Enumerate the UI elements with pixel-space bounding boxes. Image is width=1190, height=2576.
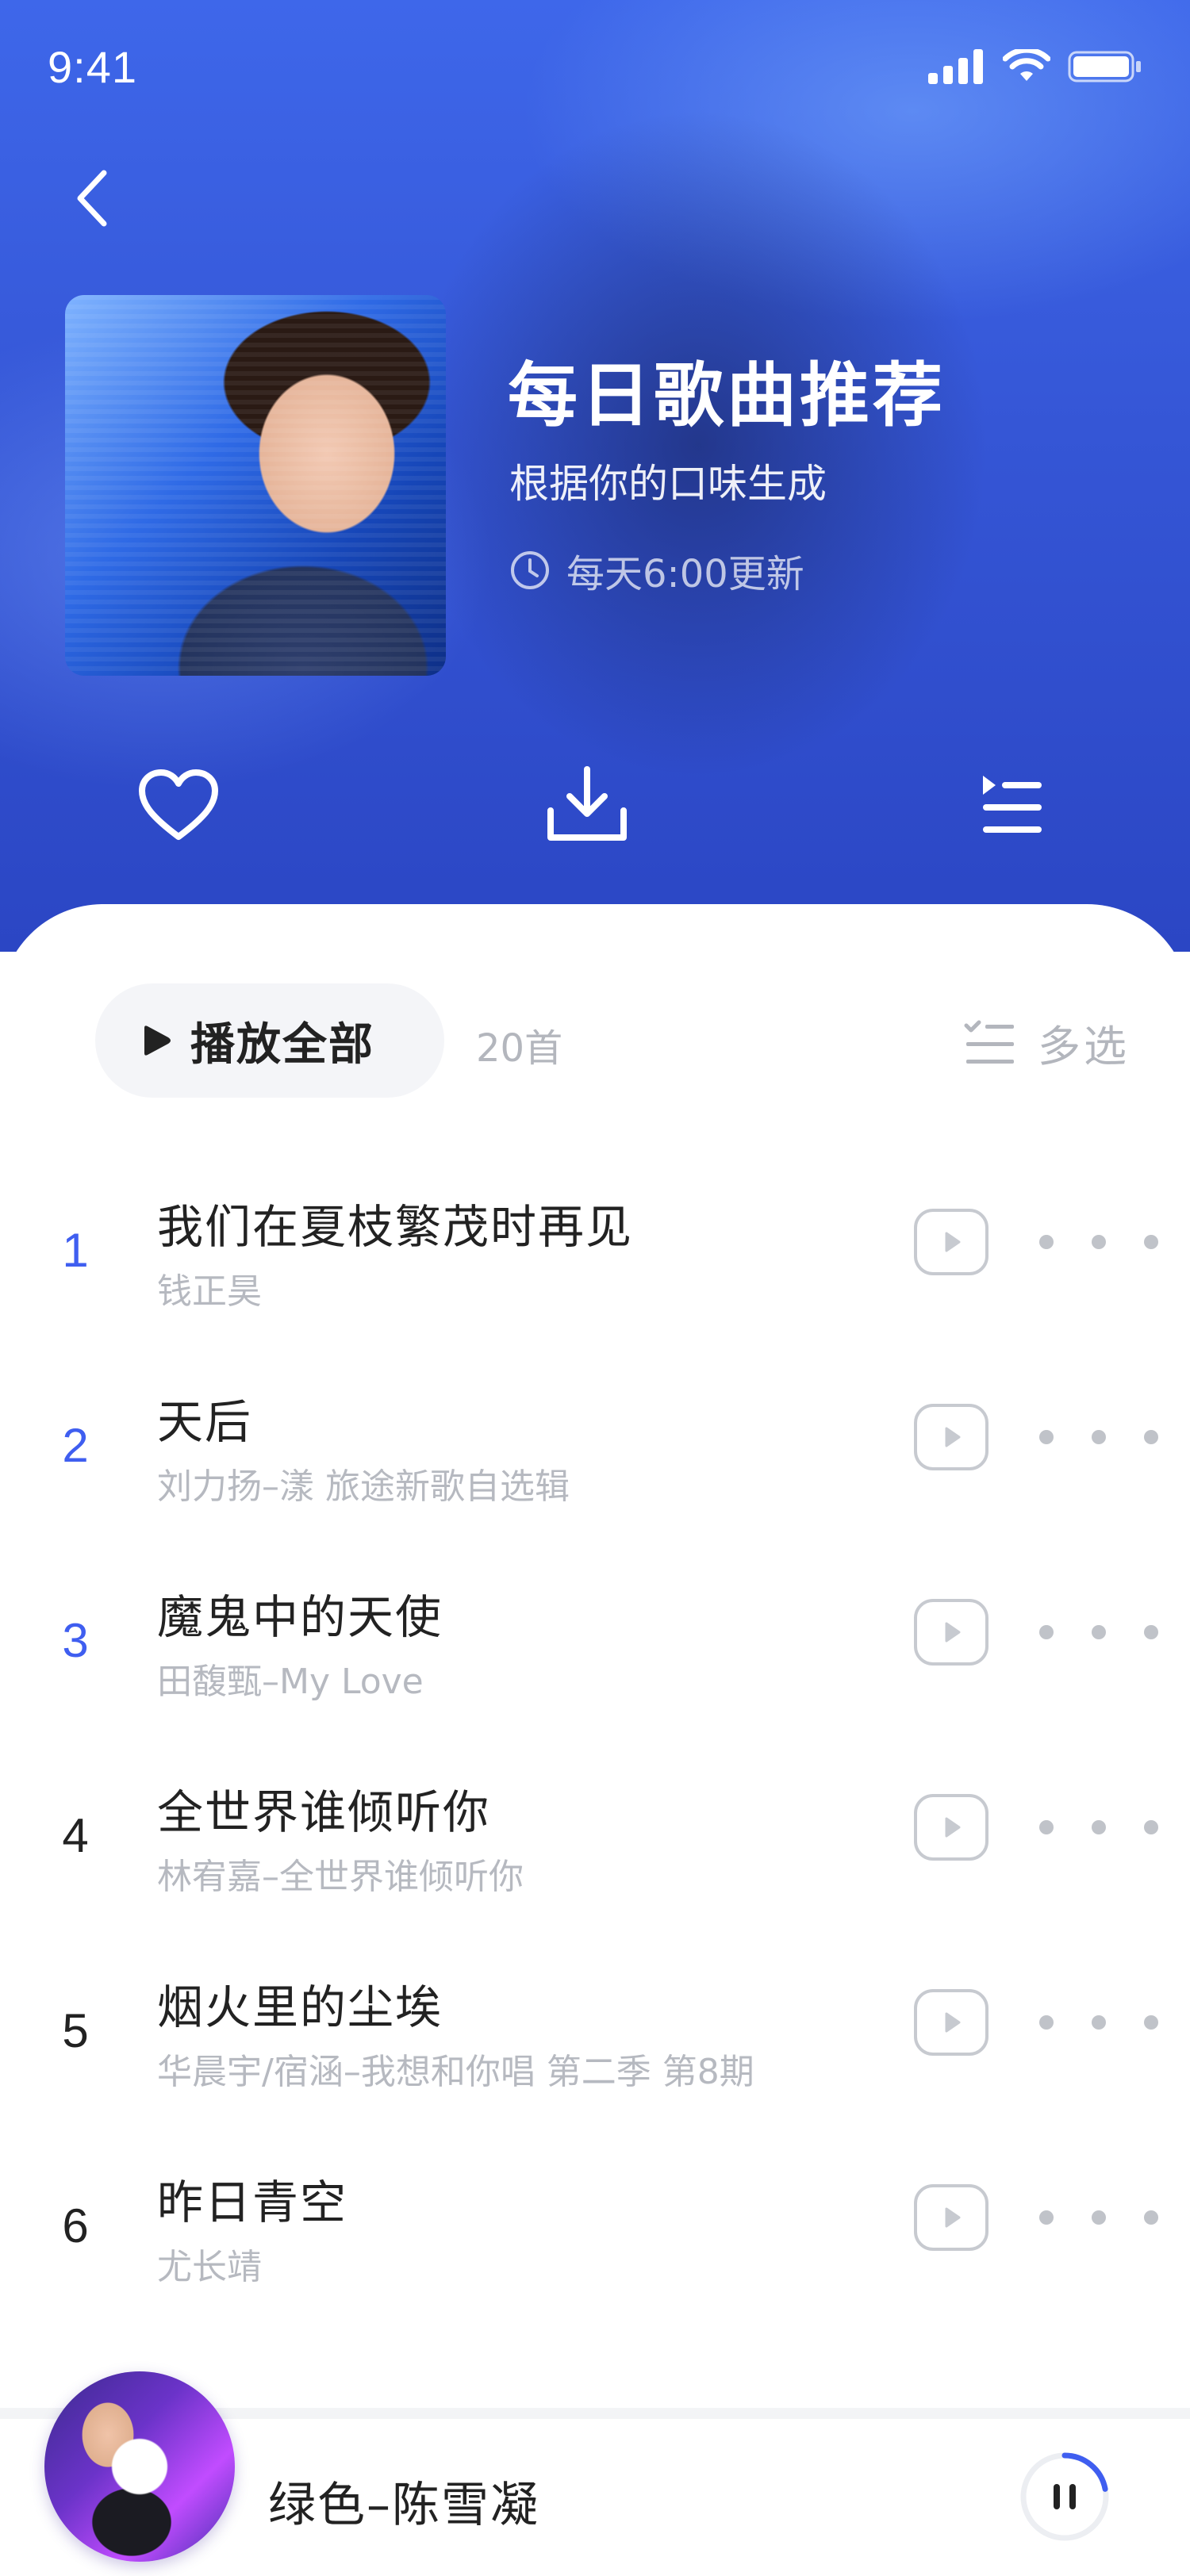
play-video-icon xyxy=(945,2207,961,2228)
more-dot xyxy=(1092,1430,1106,1444)
more-options-button[interactable] xyxy=(1039,1616,1158,1648)
song-row[interactable]: 5 烟火里的尘埃华晨宇/宿涵–我想和你唱 第二季 第8期 xyxy=(0,1943,1190,2138)
song-title: 全世界谁倾听你 xyxy=(157,1785,491,1839)
mini-player-title[interactable]: 绿色–陈雪凝 xyxy=(268,2467,539,2536)
more-dot xyxy=(1039,2015,1054,2030)
video-play-button[interactable] xyxy=(914,1404,988,1470)
more-dot xyxy=(1144,2015,1158,2030)
download-icon xyxy=(547,766,627,841)
more-dot xyxy=(1144,1820,1158,1834)
playlist-icon xyxy=(983,776,1042,833)
song-title: 昨日青空 xyxy=(157,2175,348,2229)
update-text: 每天6:00更新 xyxy=(566,552,804,596)
wifi-icon xyxy=(1003,49,1050,81)
status-time: 9:41 xyxy=(48,42,137,92)
song-title: 天后 xyxy=(157,1395,253,1449)
song-count: 20首 xyxy=(476,1026,563,1071)
cover-stripes xyxy=(65,295,446,676)
song-number: 5 xyxy=(62,2004,89,2057)
multi-select-button[interactable]: 多选 xyxy=(963,1011,1130,1074)
playlist-queue-button[interactable] xyxy=(968,761,1055,849)
song-row[interactable]: 4 全世界谁倾听你林宥嘉–全世界谁倾听你 xyxy=(0,1748,1190,1943)
video-play-button[interactable] xyxy=(914,1599,988,1666)
video-play-button[interactable] xyxy=(914,1794,988,1861)
song-artist: 田馥甄–My Love xyxy=(157,1662,424,1702)
song-number: 4 xyxy=(62,1809,89,1862)
signal-icon xyxy=(928,49,983,84)
battery-icon xyxy=(1068,51,1141,82)
more-dot xyxy=(1144,1235,1158,1249)
song-row[interactable]: 6 昨日青空尤长靖 xyxy=(0,2138,1190,2333)
status-icons xyxy=(928,49,1142,84)
more-dot xyxy=(1039,1430,1054,1444)
more-dot xyxy=(1039,1820,1054,1834)
play-video-icon xyxy=(945,1427,961,1447)
video-play-button[interactable] xyxy=(914,1209,988,1275)
pause-button[interactable] xyxy=(1017,2449,1112,2544)
song-number: 6 xyxy=(62,2199,89,2252)
song-title: 魔鬼中的天使 xyxy=(157,1590,443,1644)
song-number: 3 xyxy=(62,1614,89,1667)
multi-select-label: 多选 xyxy=(1038,1022,1130,1071)
status-bar: 9:41 xyxy=(0,0,1190,143)
song-number: 2 xyxy=(62,1419,89,1472)
song-row[interactable]: 1 我们在夏枝繁茂时再见钱正昊 xyxy=(0,1163,1190,1358)
song-row[interactable]: 3 魔鬼中的天使田馥甄–My Love xyxy=(0,1553,1190,1748)
more-dot xyxy=(1092,1235,1106,1249)
download-button[interactable] xyxy=(543,761,631,849)
play-icon xyxy=(144,1025,171,1056)
play-video-icon xyxy=(945,1817,961,1838)
update-info: 每天6:00更新 xyxy=(509,542,804,598)
more-options-button[interactable] xyxy=(1039,1226,1158,1258)
more-dot xyxy=(1039,1625,1054,1639)
more-dot xyxy=(1092,1820,1106,1834)
play-video-icon xyxy=(945,2012,961,2033)
playlist-subtitle: 根据你的口味生成 xyxy=(509,461,827,507)
pause-icon-bar-left xyxy=(1054,2484,1060,2509)
more-dot xyxy=(1039,1235,1054,1249)
play-video-icon xyxy=(945,1232,961,1252)
more-dot xyxy=(1092,2015,1106,2030)
song-title: 烟火里的尘埃 xyxy=(157,1980,443,2034)
more-options-button[interactable] xyxy=(1039,2202,1158,2233)
heart-icon xyxy=(139,769,218,840)
song-artist: 刘力扬–漾 旅途新歌自选辑 xyxy=(157,1466,570,1507)
play-all-button[interactable]: 播放全部 xyxy=(95,983,444,1098)
more-dot xyxy=(1039,2210,1054,2225)
clock-icon xyxy=(511,551,549,589)
song-artist: 林宥嘉–全世界谁倾听你 xyxy=(157,1857,524,1897)
more-options-button[interactable] xyxy=(1039,2007,1158,2038)
song-number: 1 xyxy=(62,1224,89,1277)
back-button[interactable] xyxy=(63,167,119,230)
video-play-button[interactable] xyxy=(914,1989,988,2056)
more-dot xyxy=(1092,1625,1106,1639)
more-dot xyxy=(1144,1625,1158,1639)
checklist-icon xyxy=(964,1020,1014,1064)
song-artist: 华晨宇/宿涵–我想和你唱 第二季 第8期 xyxy=(157,2052,754,2092)
song-artist: 钱正昊 xyxy=(157,1271,262,1312)
play-video-icon xyxy=(945,1622,961,1643)
more-dot xyxy=(1144,1430,1158,1444)
video-play-button[interactable] xyxy=(914,2184,988,2251)
pause-icon-bar-right xyxy=(1069,2484,1076,2509)
chevron-left-icon xyxy=(77,170,107,227)
more-options-button[interactable] xyxy=(1039,1421,1158,1453)
song-row[interactable]: 2 天后刘力扬–漾 旅途新歌自选辑 xyxy=(0,1358,1190,1553)
playlist-cover-image xyxy=(65,295,446,676)
favorite-button[interactable] xyxy=(135,761,222,849)
song-title: 我们在夏枝繁茂时再见 xyxy=(157,1200,634,1254)
more-dot xyxy=(1092,2210,1106,2225)
playlist-title: 每日歌曲推荐 xyxy=(508,355,946,436)
song-artist: 尤长靖 xyxy=(157,2247,262,2287)
play-all-label: 播放全部 xyxy=(190,1018,374,1071)
mini-player-cover[interactable] xyxy=(44,2371,235,2562)
more-options-button[interactable] xyxy=(1039,1811,1158,1843)
more-dot xyxy=(1144,2210,1158,2225)
